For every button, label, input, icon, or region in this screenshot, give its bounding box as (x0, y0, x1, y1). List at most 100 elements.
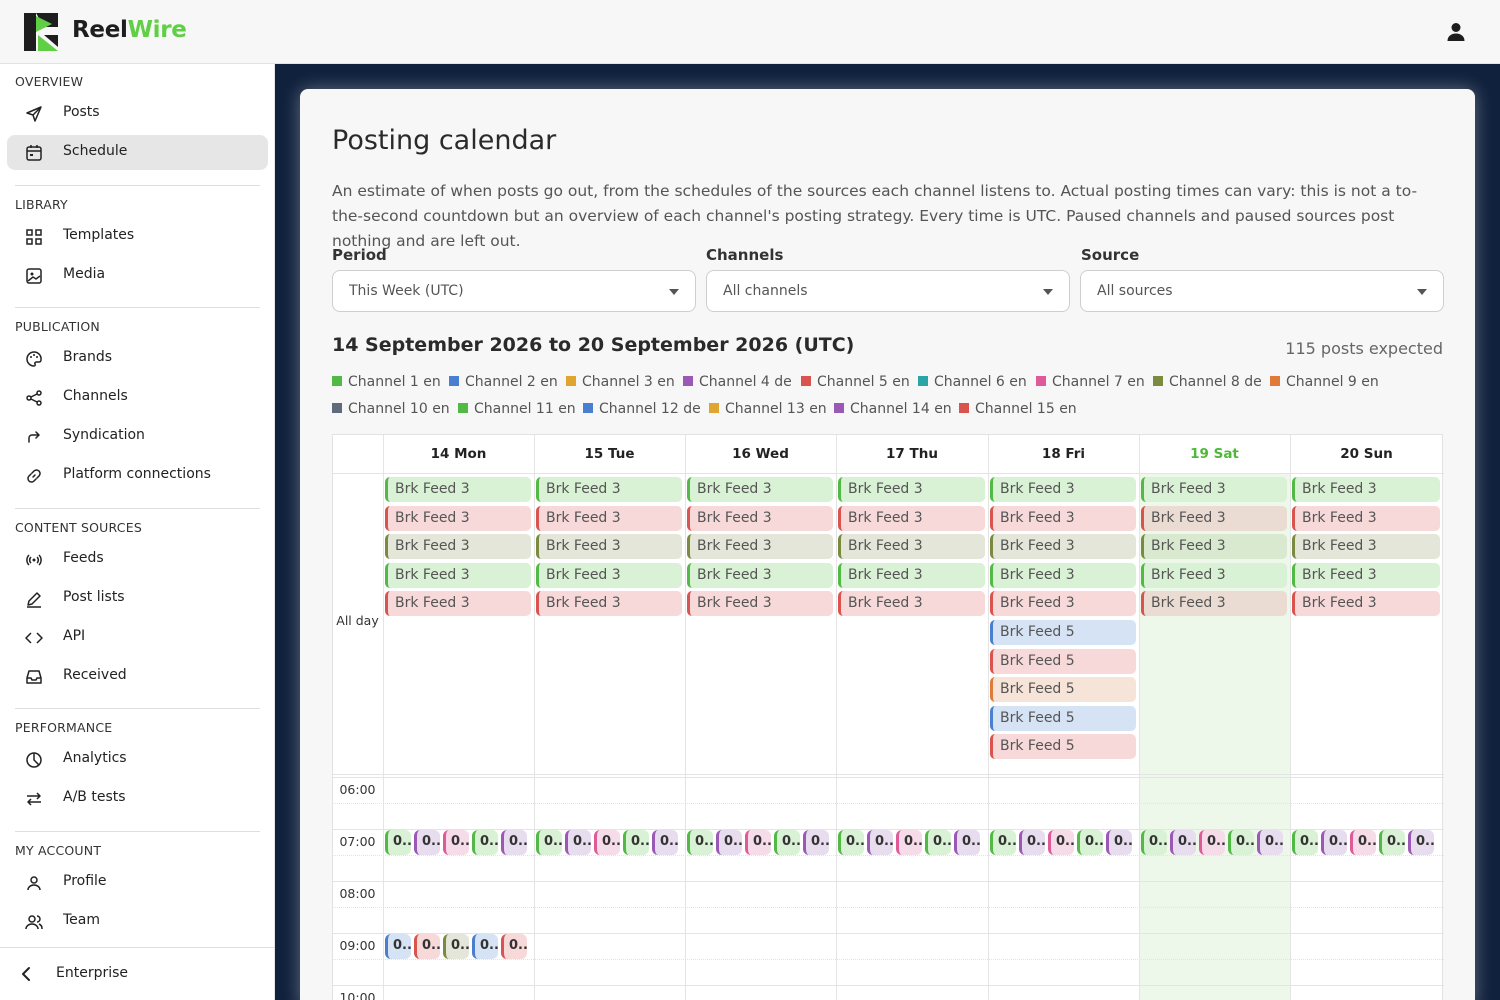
timed-event-chip[interactable]: 0.. (774, 830, 800, 855)
channels-select[interactable]: All channels (706, 270, 1070, 312)
calendar-event[interactable]: Brk Feed 3 (1141, 477, 1287, 502)
calendar-event[interactable]: Brk Feed 3 (838, 534, 985, 560)
calendar-event[interactable]: Brk Feed 3 (687, 591, 833, 617)
timed-event-chip[interactable]: 0.. (414, 934, 440, 959)
calendar-event[interactable]: Brk Feed 5 (990, 677, 1136, 703)
sidebar-item-a-b-tests[interactable]: A/B tests (7, 781, 268, 816)
sidebar-item-templates[interactable]: Templates (7, 219, 268, 254)
sidebar-item-api[interactable]: API (7, 620, 268, 655)
calendar-event[interactable]: Brk Feed 3 (990, 477, 1136, 502)
calendar-event[interactable]: Brk Feed 5 (990, 705, 1136, 731)
sidebar-item-post-lists[interactable]: Post lists (7, 581, 268, 616)
timed-event-chip[interactable]: 0.. (501, 934, 527, 959)
calendar-event[interactable]: Brk Feed 3 (536, 562, 682, 588)
calendar-event[interactable]: Brk Feed 3 (687, 505, 833, 531)
calendar-event[interactable]: Brk Feed 3 (536, 477, 682, 502)
timed-event-chip[interactable]: 0.. (1321, 830, 1347, 855)
calendar-event[interactable]: Brk Feed 3 (990, 534, 1136, 560)
timed-event-chip[interactable]: 0.. (1408, 830, 1434, 855)
calendar-event[interactable]: Brk Feed 3 (385, 505, 531, 531)
timed-event-chip[interactable]: 0.. (1292, 830, 1318, 855)
calendar-event[interactable]: Brk Feed 3 (1141, 505, 1287, 531)
timed-event-chip[interactable]: 0.. (1199, 830, 1225, 855)
user-icon[interactable] (1444, 20, 1468, 44)
calendar-event[interactable]: Brk Feed 3 (838, 562, 985, 588)
timed-event-chip[interactable]: 0.. (443, 934, 469, 959)
timed-event-chip[interactable]: 0.. (1379, 830, 1405, 855)
timed-event-chip[interactable]: 0.. (803, 830, 829, 855)
timed-event-chip[interactable]: 0.. (1048, 830, 1074, 855)
timed-event-chip[interactable]: 0.. (501, 830, 527, 855)
calendar-event[interactable]: Brk Feed 3 (385, 562, 531, 588)
timed-event-chip[interactable]: 0.. (716, 830, 742, 855)
calendar-event[interactable]: Brk Feed 3 (536, 505, 682, 531)
timed-event-chip[interactable]: 0.. (954, 830, 980, 855)
calendar-event[interactable]: Brk Feed 3 (536, 534, 682, 560)
calendar-event[interactable]: Brk Feed 3 (385, 591, 531, 617)
sidebar-item-analytics[interactable]: Analytics (7, 742, 268, 777)
sidebar-item-schedule[interactable]: Schedule (7, 135, 268, 170)
calendar-event[interactable]: Brk Feed 3 (385, 477, 531, 502)
calendar-event[interactable]: Brk Feed 3 (990, 562, 1136, 588)
timed-event-chip[interactable]: 0.. (1141, 830, 1167, 855)
calendar-event[interactable]: Brk Feed 3 (1292, 591, 1440, 617)
calendar-event[interactable]: Brk Feed 3 (838, 477, 985, 502)
timed-event-chip[interactable]: 0.. (385, 934, 411, 959)
timed-event-chip[interactable]: 0.. (1257, 830, 1283, 855)
calendar-event[interactable]: Brk Feed 3 (385, 534, 531, 560)
timed-event-chip[interactable]: 0.. (1019, 830, 1045, 855)
timed-event-chip[interactable]: 0.. (1106, 830, 1132, 855)
sidebar-item-posts[interactable]: Posts (7, 96, 268, 131)
calendar-event[interactable]: Brk Feed 3 (1292, 534, 1440, 560)
timed-event-chip[interactable]: 0.. (896, 830, 922, 855)
timed-event-chip[interactable]: 0.. (623, 830, 649, 855)
timed-event-chip[interactable]: 0.. (1170, 830, 1196, 855)
sidebar-item-received[interactable]: Received (7, 659, 268, 694)
calendar-event[interactable]: Brk Feed 3 (1141, 591, 1287, 617)
calendar-event[interactable]: Brk Feed 3 (838, 505, 985, 531)
timed-event-chip[interactable]: 0.. (1228, 830, 1254, 855)
calendar-event[interactable]: Brk Feed 3 (990, 591, 1136, 617)
timed-event-chip[interactable]: 0.. (594, 830, 620, 855)
calendar-event[interactable]: Brk Feed 5 (990, 734, 1136, 760)
calendar-event[interactable]: Brk Feed 3 (687, 534, 833, 560)
calendar-event[interactable]: Brk Feed 3 (1141, 534, 1287, 560)
calendar-event[interactable]: Brk Feed 3 (687, 562, 833, 588)
sidebar-item-team[interactable]: Team (7, 904, 268, 939)
timed-event-chip[interactable]: 0.. (745, 830, 771, 855)
sidebar-item-channels[interactable]: Channels (7, 380, 268, 415)
timed-event-chip[interactable]: 0.. (536, 830, 562, 855)
timed-event-chip[interactable]: 0.. (1077, 830, 1103, 855)
sidebar-item-syndication[interactable]: Syndication (7, 419, 268, 454)
timed-event-chip[interactable]: 0.. (838, 830, 864, 855)
calendar-event[interactable]: Brk Feed 3 (1292, 505, 1440, 531)
sidebar-item-feeds[interactable]: Feeds (7, 542, 268, 577)
calendar-event[interactable]: Brk Feed 5 (990, 648, 1136, 674)
sidebar-item-brands[interactable]: Brands (7, 341, 268, 376)
timed-event-chip[interactable]: 0.. (652, 830, 678, 855)
timed-event-chip[interactable]: 0.. (414, 830, 440, 855)
period-select[interactable]: This Week (UTC) (332, 270, 696, 312)
calendar-event[interactable]: Brk Feed 3 (687, 477, 833, 502)
calendar-event[interactable]: Brk Feed 3 (990, 505, 1136, 531)
calendar-event[interactable]: Brk Feed 3 (1292, 477, 1440, 502)
source-select[interactable]: All sources (1080, 270, 1444, 312)
timed-event-chip[interactable]: 0.. (472, 934, 498, 959)
sidebar-item-platform-connections[interactable]: Platform connections (7, 458, 268, 493)
timed-event-chip[interactable]: 0.. (990, 830, 1016, 855)
timed-event-chip[interactable]: 0.. (472, 830, 498, 855)
timed-event-chip[interactable]: 0.. (443, 830, 469, 855)
sidebar-footer-enterprise[interactable]: Enterprise (0, 947, 275, 1000)
calendar-event[interactable]: Brk Feed 3 (838, 591, 985, 617)
sidebar-item-media[interactable]: Media (7, 258, 268, 293)
timed-event-chip[interactable]: 0.. (565, 830, 591, 855)
timed-event-chip[interactable]: 0.. (1350, 830, 1376, 855)
calendar-event[interactable]: Brk Feed 3 (1292, 562, 1440, 588)
timed-event-chip[interactable]: 0.. (687, 830, 713, 855)
calendar-event[interactable]: Brk Feed 3 (1141, 562, 1287, 588)
timed-event-chip[interactable]: 0.. (925, 830, 951, 855)
timed-event-chip[interactable]: 0.. (385, 830, 411, 855)
timed-event-chip[interactable]: 0.. (867, 830, 893, 855)
brand-name[interactable]: ReelWire (72, 17, 187, 43)
calendar-event[interactable]: Brk Feed 5 (990, 620, 1136, 645)
